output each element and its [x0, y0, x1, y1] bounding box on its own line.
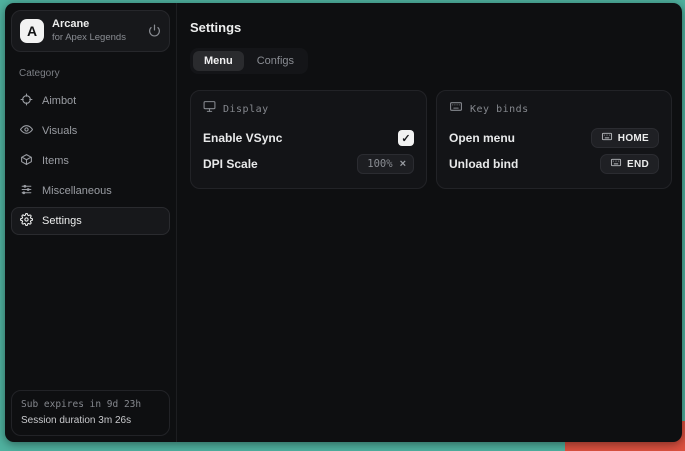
gear-icon — [20, 213, 33, 229]
app-name: Arcane — [52, 18, 140, 32]
keyboard-icon — [449, 100, 463, 118]
unload-bind-key: END — [627, 159, 649, 170]
brand-text: Arcane for Apex Legends — [52, 18, 140, 44]
sidebar-item-label: Settings — [42, 215, 82, 227]
vsync-label: Enable VSync — [203, 131, 282, 145]
tab-menu[interactable]: Menu — [193, 51, 244, 71]
open-menu-row: Open menu HOME — [449, 125, 659, 151]
dpi-scale-value: 100% — [367, 158, 392, 170]
app-subtitle: for Apex Legends — [52, 32, 140, 44]
sub-expiry-text: Sub expires in 9d 23h — [21, 398, 160, 413]
sidebar-nav: Aimbot Visuals Items — [11, 87, 170, 235]
keybinds-card-title: Key binds — [470, 104, 529, 115]
session-duration-text: Session duration 3m 26s — [21, 413, 160, 429]
app-window: A Arcane for Apex Legends Category Aimbo… — [5, 3, 682, 442]
category-label: Category — [19, 68, 170, 79]
unload-bind-row: Unload bind END — [449, 151, 659, 177]
dpi-scale-input[interactable]: 100% × — [357, 154, 414, 174]
page-title: Settings — [190, 20, 672, 35]
sidebar-item-visuals[interactable]: Visuals — [11, 117, 170, 145]
keyboard-icon — [610, 155, 622, 173]
sidebar-item-settings[interactable]: Settings — [11, 207, 170, 235]
eye-icon — [20, 123, 33, 139]
vsync-row: Enable VSync ✓ — [203, 125, 414, 151]
sidebar-item-label: Miscellaneous — [42, 185, 112, 197]
keybinds-card-header: Key binds — [449, 100, 659, 118]
sliders-icon — [20, 183, 33, 199]
tab-bar: Menu Configs — [190, 48, 308, 74]
box-icon — [20, 153, 33, 169]
main-content: Settings Menu Configs Display Enable VSy… — [177, 3, 682, 442]
dpi-row: DPI Scale 100% × — [203, 151, 414, 177]
sidebar-item-items[interactable]: Items — [11, 147, 170, 175]
crosshair-icon — [20, 93, 33, 109]
sidebar-item-label: Items — [42, 155, 69, 167]
keybinds-card: Key binds Open menu HOME Unload bin — [436, 90, 672, 189]
sidebar-item-label: Aimbot — [42, 95, 76, 107]
vsync-checkbox[interactable]: ✓ — [398, 130, 414, 146]
clear-icon[interactable]: × — [400, 159, 406, 170]
unload-bind-label: Unload bind — [449, 157, 518, 171]
tab-configs[interactable]: Configs — [246, 51, 305, 71]
display-card: Display Enable VSync ✓ DPI Scale 100% × — [190, 90, 427, 189]
open-menu-bind-button[interactable]: HOME — [591, 128, 659, 148]
dpi-label: DPI Scale — [203, 157, 258, 171]
brand-card: A Arcane for Apex Legends — [11, 10, 170, 52]
unload-bind-button[interactable]: END — [600, 154, 659, 174]
open-menu-key: HOME — [618, 133, 649, 144]
sidebar-item-label: Visuals — [42, 125, 77, 137]
settings-cards: Display Enable VSync ✓ DPI Scale 100% × — [190, 90, 672, 189]
display-card-title: Display — [223, 104, 269, 115]
open-menu-label: Open menu — [449, 131, 515, 145]
app-logo: A — [20, 19, 44, 43]
display-card-header: Display — [203, 100, 414, 118]
sidebar-item-miscellaneous[interactable]: Miscellaneous — [11, 177, 170, 205]
sidebar-item-aimbot[interactable]: Aimbot — [11, 87, 170, 115]
power-icon[interactable] — [148, 24, 161, 37]
session-info-card: Sub expires in 9d 23h Session duration 3… — [11, 390, 170, 436]
monitor-icon — [203, 100, 216, 118]
sidebar: A Arcane for Apex Legends Category Aimbo… — [5, 3, 177, 442]
keyboard-icon — [601, 129, 613, 147]
